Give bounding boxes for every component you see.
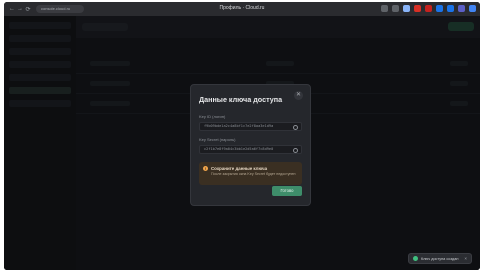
extension-icons (381, 5, 476, 12)
extension-icon[interactable] (436, 5, 443, 12)
extension-icon[interactable] (469, 5, 476, 12)
extension-icon[interactable] (414, 5, 421, 12)
done-button[interactable]: Готово (272, 186, 302, 196)
extension-icon[interactable] (458, 5, 465, 12)
warning-text: После закрытия окна Key Secret будет нед… (211, 172, 296, 176)
warning-icon: ! (203, 166, 208, 171)
copy-icon[interactable] (293, 124, 298, 130)
access-key-modal: Данные ключа доступа ✕ Key ID (логин) f9… (190, 84, 311, 206)
address-bar[interactable]: console.cloud.ru (36, 5, 84, 13)
success-icon (413, 256, 418, 261)
extension-icon[interactable] (447, 5, 454, 12)
key-secret-value: c2f1b7e8f9a04c3bb1e2d5a6f7c8d9e0 (204, 147, 274, 151)
key-id-value: f9b09bde1a2c4a8bf1c7e2f8aa3e1d9a (204, 124, 274, 128)
close-icon[interactable]: ✕ (294, 91, 303, 100)
warning-banner: ! Сохраните данные ключа После закрытия … (199, 162, 302, 185)
warning-title: Сохраните данные ключа (211, 166, 268, 171)
key-id-label: Key ID (логин) (199, 114, 226, 119)
key-secret-field[interactable]: c2f1b7e8f9a04c3bb1e2d5a6f7c8d9e0 (199, 145, 302, 154)
extension-icon[interactable] (381, 5, 388, 12)
key-id-field[interactable]: f9b09bde1a2c4a8bf1c7e2f8aa3e1d9a (199, 122, 302, 131)
modal-title: Данные ключа доступа (199, 95, 283, 104)
toast-notification: Ключ доступа создан × (408, 253, 472, 264)
key-secret-label: Key Secret (пароль) (199, 137, 236, 142)
toast-close-icon[interactable]: × (464, 256, 467, 261)
back-icon[interactable]: ← (8, 6, 16, 12)
copy-icon[interactable] (293, 147, 298, 153)
forward-icon[interactable]: → (16, 6, 24, 12)
extension-icon[interactable] (425, 5, 432, 12)
browser-toolbar: ← → ⟳ console.cloud.ru Профиль · Cloud.r… (4, 2, 480, 16)
reload-icon[interactable]: ⟳ (24, 6, 32, 13)
extension-icon[interactable] (392, 5, 399, 12)
browser-window: ← → ⟳ console.cloud.ru Профиль · Cloud.r… (4, 2, 480, 270)
extension-icon[interactable] (403, 5, 410, 12)
toast-text: Ключ доступа создан (421, 256, 459, 261)
